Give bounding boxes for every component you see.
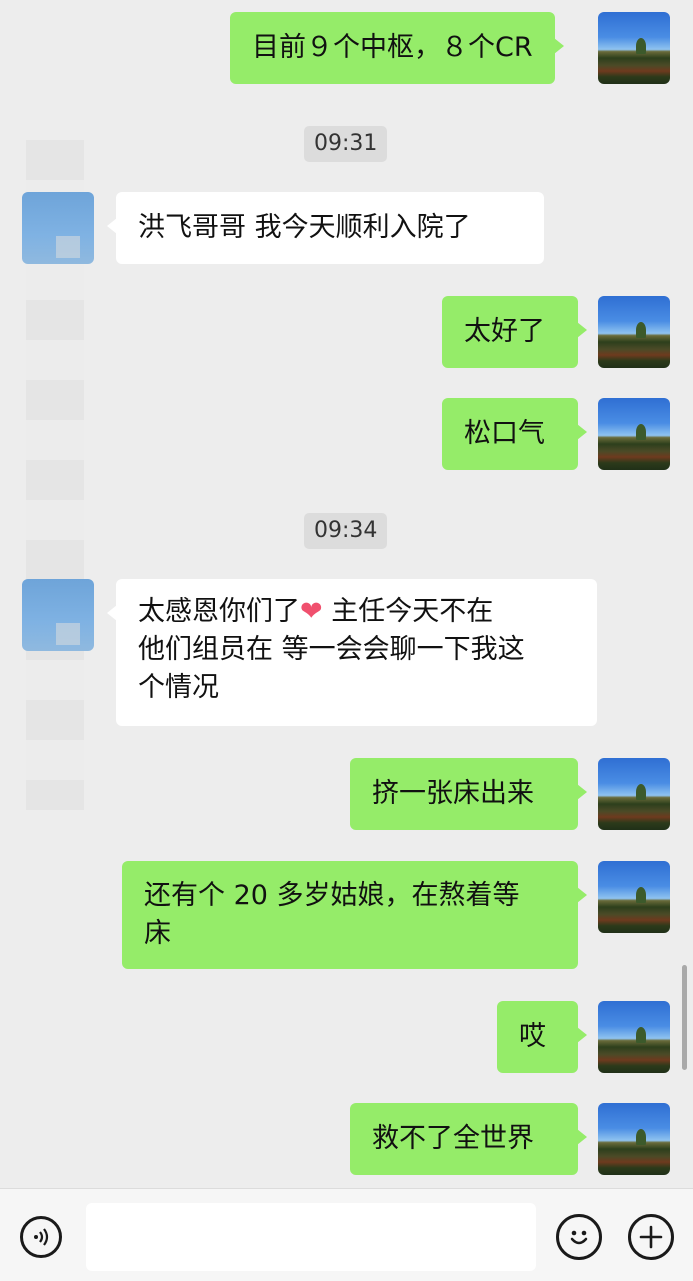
message-text: 洪飞哥哥 我今天顺利入院了 [138, 212, 471, 243]
message-text: 救不了全世界 [372, 1123, 534, 1154]
contact-avatar[interactable] [22, 579, 94, 651]
scrollbar[interactable] [682, 965, 687, 1070]
message-bubble[interactable]: 太感恩你们了❤ 主任今天不在 他们组员在 等一会会聊一下我这 个情况 [107, 579, 597, 726]
my-avatar[interactable] [598, 12, 670, 84]
input-bar [0, 1188, 693, 1281]
message-text: 哎 [519, 1021, 546, 1052]
message-text: 目前９个中枢，８个CR [252, 32, 533, 63]
my-avatar[interactable] [598, 758, 670, 830]
message-bubble[interactable]: 挤一张床出来 [350, 758, 587, 830]
message-bubble[interactable]: 还有个 20 多岁姑娘，在熬着等 床 [122, 861, 587, 969]
message-bubble[interactable]: 松口气 [442, 398, 587, 470]
message-line: 太感恩你们了❤ 主任今天不在 [138, 593, 575, 631]
more-button[interactable] [628, 1214, 674, 1260]
emoji-button[interactable] [556, 1214, 602, 1260]
message-bubble[interactable]: 救不了全世界 [350, 1103, 587, 1175]
message-line: 他们组员在 等一会会聊一下我这 [138, 634, 525, 665]
message-bubble[interactable]: 目前９个中枢，８个CR [230, 12, 564, 84]
message-line: 个情况 [138, 672, 219, 703]
message-line: 床 [144, 918, 171, 949]
my-avatar[interactable] [598, 1103, 670, 1175]
message-bubble[interactable]: 哎 [497, 1001, 587, 1073]
message-bubble[interactable]: 太好了 [442, 296, 587, 368]
message-text: 主任今天不在 [322, 596, 494, 627]
message-text: 松口气 [464, 418, 545, 449]
timestamp: 09:31 [304, 126, 388, 162]
message-text: 挤一张床出来 [372, 778, 534, 809]
contact-avatar[interactable] [22, 192, 94, 264]
message-line: 还有个 20 多岁姑娘，在熬着等 [144, 880, 520, 911]
my-avatar[interactable] [598, 861, 670, 933]
chat-area: 目前９个中枢，８个CR 09:31 洪飞哥哥 我今天顺利入院了 太好了 松口气 … [0, 0, 693, 1190]
message-bubble[interactable]: 洪飞哥哥 我今天顺利入院了 [107, 192, 544, 264]
my-avatar[interactable] [598, 296, 670, 368]
my-avatar[interactable] [598, 398, 670, 470]
heart-emoji: ❤ [300, 596, 323, 627]
emoji-icon [570, 1230, 588, 1245]
message-text: 太感恩你们了 [138, 596, 300, 627]
timestamp: 09:34 [304, 513, 388, 549]
voice-icon [34, 1228, 49, 1246]
message-input[interactable] [86, 1203, 536, 1271]
voice-button[interactable] [20, 1216, 62, 1258]
message-text: 太好了 [464, 316, 545, 347]
my-avatar[interactable] [598, 1001, 670, 1073]
plus-icon [639, 1225, 663, 1249]
